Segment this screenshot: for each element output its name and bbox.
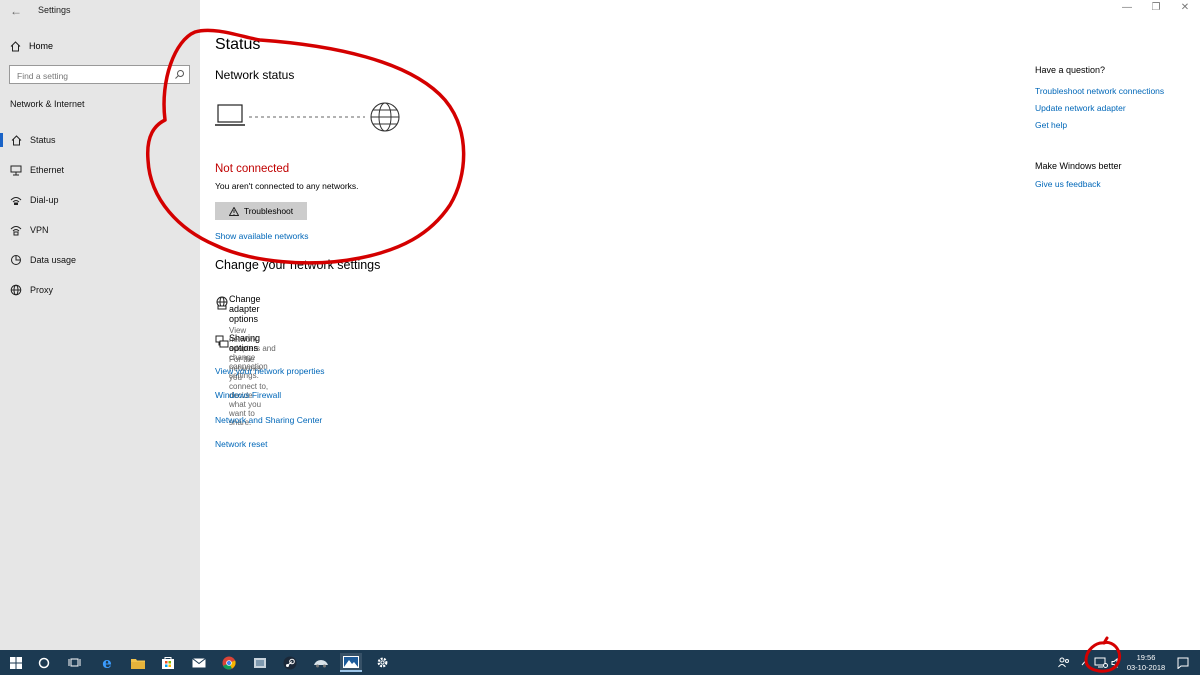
globe-icon: [0, 284, 30, 296]
date-text: 03-10-2018: [1126, 662, 1166, 672]
home-nav-item[interactable]: Home: [10, 38, 53, 54]
photos-icon[interactable]: [340, 653, 362, 672]
edge-icon[interactable]: e: [96, 653, 118, 672]
mail-icon[interactable]: [188, 653, 210, 672]
show-available-networks-link[interactable]: Show available networks: [215, 231, 309, 241]
sidebar-item-data-usage[interactable]: Data usage: [0, 249, 200, 271]
network-reset-link[interactable]: Network reset: [215, 439, 267, 449]
option-title: Change adapter options: [229, 294, 261, 324]
app-icon[interactable]: [249, 653, 271, 672]
warning-icon: [228, 206, 239, 216]
view-network-properties-link[interactable]: View your network properties: [215, 366, 324, 376]
minimize-button[interactable]: —: [1117, 2, 1137, 13]
make-windows-better-heading: Make Windows better: [1035, 161, 1122, 171]
steam-icon[interactable]: [279, 653, 301, 672]
page-title: Status: [215, 36, 261, 53]
internet-globe-icon: [370, 102, 400, 132]
home-status-icon: [0, 134, 30, 146]
taskbar: e 19:56 03-10-2018: [0, 650, 1200, 675]
update-adapter-link[interactable]: Update network adapter: [1035, 103, 1126, 113]
sidebar-item-label: Status: [30, 135, 56, 145]
time-text: 19:56: [1136, 653, 1156, 662]
start-icon[interactable]: [5, 653, 27, 672]
laptop-icon: [215, 104, 245, 126]
connection-description: You aren't connected to any networks.: [215, 181, 359, 191]
sidebar-item-label: VPN: [30, 225, 49, 235]
task-view-icon[interactable]: [63, 653, 85, 672]
windows-firewall-link[interactable]: Windows Firewall: [215, 390, 281, 400]
vpn-icon: [0, 225, 30, 236]
store-icon[interactable]: [157, 653, 179, 672]
get-help-link[interactable]: Get help: [1035, 120, 1067, 130]
sidebar-item-status[interactable]: Status: [0, 129, 200, 151]
sidebar-item-dialup[interactable]: Dial-up: [0, 189, 200, 211]
clock[interactable]: 19:56 03-10-2018: [1126, 653, 1166, 672]
car-app-icon[interactable]: [310, 653, 332, 672]
option-title: Sharing options: [229, 333, 261, 353]
home-label: Home: [29, 41, 54, 51]
question-heading: Have a question?: [1035, 65, 1106, 75]
dialup-icon: [0, 195, 30, 206]
connection-state: Not connected: [215, 163, 290, 175]
search-icon[interactable]: [174, 69, 185, 80]
change-settings-heading: Change your network settings: [215, 258, 381, 272]
volume-icon[interactable]: [1104, 653, 1126, 672]
sidebar-item-label: Proxy: [30, 285, 54, 295]
app-title: Settings: [38, 5, 71, 15]
network-diagram: [215, 102, 400, 132]
chrome-icon[interactable]: [218, 653, 240, 672]
people-icon[interactable]: [1053, 653, 1075, 672]
section-title: Network & Internet: [10, 99, 85, 109]
network-sharing-center-link[interactable]: Network and Sharing Center: [215, 415, 322, 425]
sidebar-item-ethernet[interactable]: Ethernet: [0, 159, 200, 181]
sharing-icon: [215, 333, 229, 427]
search-input[interactable]: [10, 67, 170, 85]
file-explorer-icon[interactable]: [127, 653, 149, 672]
sidebar: ← Settings Home Network & Internet Statu…: [0, 0, 200, 650]
sidebar-item-proxy[interactable]: Proxy: [0, 279, 200, 301]
sidebar-item-label: Dial-up: [30, 195, 59, 205]
troubleshoot-connections-link[interactable]: Troubleshoot network connections: [1035, 86, 1164, 96]
troubleshoot-label: Troubleshoot: [243, 206, 294, 216]
notifications-icon[interactable]: [1172, 653, 1194, 672]
maximize-button[interactable]: ❐: [1146, 2, 1166, 13]
sidebar-item-label: Ethernet: [30, 165, 65, 175]
back-arrow-icon[interactable]: ←: [6, 3, 26, 19]
search-box[interactable]: [9, 65, 190, 85]
network-status-heading: Network status: [215, 68, 295, 82]
data-usage-icon: [0, 254, 30, 266]
close-button[interactable]: ✕: [1175, 2, 1195, 13]
cortana-icon[interactable]: [33, 653, 55, 672]
home-icon: [10, 40, 21, 51]
give-feedback-link[interactable]: Give us feedback: [1035, 179, 1101, 189]
sidebar-item-vpn[interactable]: VPN: [0, 219, 200, 241]
troubleshoot-button[interactable]: Troubleshoot: [215, 202, 307, 220]
settings-icon[interactable]: [371, 653, 393, 672]
ethernet-icon: [0, 165, 30, 176]
sidebar-item-label: Data usage: [30, 255, 77, 265]
sharing-options[interactable]: Sharing options For the networks you con…: [215, 333, 269, 427]
